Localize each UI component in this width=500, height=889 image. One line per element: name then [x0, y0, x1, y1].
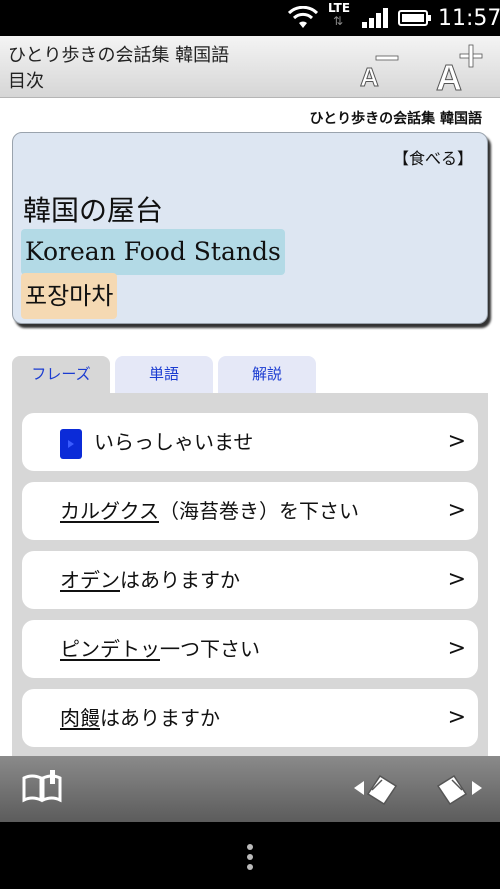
prev-card-icon: [354, 774, 398, 806]
decrease-font-button[interactable]: A: [354, 44, 410, 92]
chevron-right-icon: >: [447, 498, 466, 523]
phrase-keyword[interactable]: 肉饅: [60, 706, 100, 730]
category-label: 【食べる】: [392, 149, 473, 168]
phrase-text: カルグクス（海苔巻き）を下さい: [60, 499, 359, 523]
page-subtitle: 目次: [8, 71, 44, 92]
list-item[interactable]: ピンデトッ一つ下さい >: [22, 620, 478, 678]
title-bar: ひとり歩きの会話集 韓国語 目次 A A: [0, 36, 500, 98]
phrase-text: ピンデトッ一つ下さい: [60, 637, 260, 661]
phrase-keyword[interactable]: オデン: [60, 568, 120, 592]
chevron-right-icon: >: [447, 705, 466, 730]
svg-text:A: A: [360, 62, 379, 92]
phrase-list: いらっしゃいませ > カルグクス（海苔巻き）を下さい > オデンはありますか >…: [12, 393, 488, 756]
wifi-icon: [288, 6, 318, 28]
network-type-label: LTE: [328, 1, 351, 15]
status-bar: LTE ⇅ 11:57: [0, 0, 500, 36]
phrase-keyword[interactable]: カルグクス: [60, 499, 159, 523]
next-card-button[interactable]: [436, 768, 482, 808]
list-item[interactable]: いらっしゃいませ >: [22, 413, 478, 471]
overflow-menu-icon[interactable]: [246, 844, 254, 872]
data-activity-icon: ⇅: [333, 14, 344, 28]
tab-notes[interactable]: 解説: [218, 356, 316, 393]
phrase-text: いらっしゃいませ: [94, 430, 254, 454]
font-decrease-icon: A: [360, 55, 399, 92]
battery-icon: [398, 10, 431, 26]
clock: 11:57: [438, 6, 500, 31]
book-icon: [22, 770, 62, 803]
chevron-right-icon: >: [447, 636, 466, 661]
next-card-icon: [436, 774, 482, 806]
list-item[interactable]: オデンはありますか >: [22, 551, 478, 609]
phrase-card: 【食べる】 韓国の屋台 Korean Food Stands 포장마차: [12, 132, 488, 324]
font-increase-icon: A: [436, 44, 483, 92]
previous-card-button[interactable]: [352, 768, 398, 808]
chevron-right-icon: >: [447, 567, 466, 592]
signal-icon: [362, 8, 388, 28]
japanese-heading: 韓国の屋台: [23, 194, 164, 227]
korean-translation[interactable]: 포장마차: [21, 273, 118, 319]
svg-text:A: A: [436, 57, 462, 92]
book-name: ひとり歩きの会話集 韓国語: [309, 111, 482, 127]
phrase-text: 肉饅はありますか: [60, 706, 220, 730]
content-area: ひとり歩きの会話集 韓国語 【食べる】 韓国の屋台 Korean Food St…: [0, 98, 500, 756]
english-translation: Korean Food Stands: [21, 229, 285, 275]
tab-phrases[interactable]: フレーズ: [12, 356, 110, 393]
bottom-toolbar: [0, 756, 500, 822]
phrase-keyword[interactable]: ピンデトッ: [60, 637, 160, 661]
increase-font-button[interactable]: A: [432, 44, 488, 92]
chevron-right-icon: >: [447, 429, 466, 454]
system-nav-bar: [0, 822, 500, 889]
table-of-contents-button[interactable]: [20, 768, 64, 808]
phrase-text: オデンはありますか: [60, 568, 240, 592]
app-title: ひとり歩きの会話集 韓国語: [8, 45, 230, 66]
list-item[interactable]: 肉饅はありますか >: [22, 689, 478, 747]
play-icon[interactable]: [60, 429, 82, 459]
tab-words[interactable]: 単語: [115, 356, 213, 393]
list-item[interactable]: カルグクス（海苔巻き）を下さい >: [22, 482, 478, 540]
